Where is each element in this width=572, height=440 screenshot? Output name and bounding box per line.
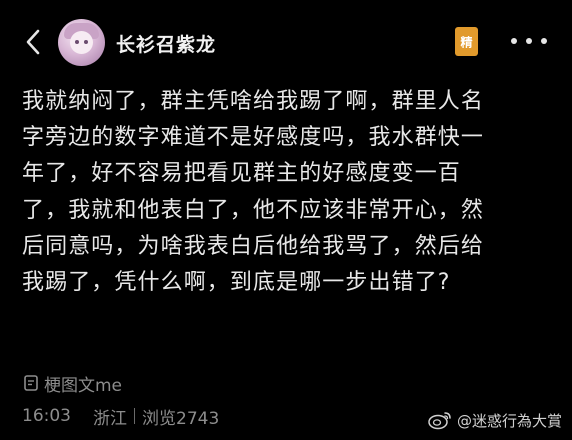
source-label: 梗图文me — [44, 375, 123, 396]
more-options-button[interactable] — [511, 31, 547, 51]
post-line: 我踢了，凭什么啊，到底是哪一步出错了? — [22, 270, 451, 296]
featured-badge: 精 — [455, 27, 478, 56]
watermark-text: @迷惑行為大賞 — [456, 411, 562, 430]
post-time: 16:03 — [22, 406, 71, 426]
more-dot-icon — [526, 38, 532, 44]
more-dot-icon — [511, 38, 517, 44]
username[interactable]: 长衫召紫龙 — [116, 30, 216, 57]
divider — [134, 408, 135, 424]
source-link[interactable]: 梗图文me — [22, 371, 123, 396]
post-text: 我就纳闷了，群主凭啥给我踢了啊，群里人名 字旁边的数字难道不是好感度吗，我水群快… — [22, 84, 560, 301]
post-line: 字旁边的数字难道不是好感度吗，我水群快一 — [22, 125, 485, 151]
back-button[interactable] — [18, 26, 48, 58]
post-line: 了，我就和他表白了，他不应该非常开心，然 — [22, 197, 485, 223]
weibo-logo-icon — [428, 412, 451, 430]
post-line: 我就纳闷了，群主凭啥给我踢了啊，群里人名 — [22, 89, 485, 114]
document-icon — [24, 375, 38, 391]
avatar[interactable] — [58, 19, 105, 66]
post-meta: 16:03 浙江 浏览2743 — [22, 403, 219, 429]
post-line: 年了，好不容易把看见群主的好感度变一百 — [22, 161, 461, 187]
chevron-left-icon — [26, 29, 40, 55]
more-dot-icon — [541, 38, 547, 44]
avatar-face — [70, 31, 93, 54]
divider — [78, 408, 86, 424]
view-count: 浏览2743 — [142, 408, 220, 429]
post-location: 浙江 — [93, 408, 127, 429]
weibo-watermark: @迷惑行為大賞 — [427, 408, 562, 432]
post-line: 后同意吗，为啥我表白后他给我骂了，然后给 — [22, 233, 485, 259]
post-header: 长衫召紫龙 精 — [0, 0, 572, 86]
